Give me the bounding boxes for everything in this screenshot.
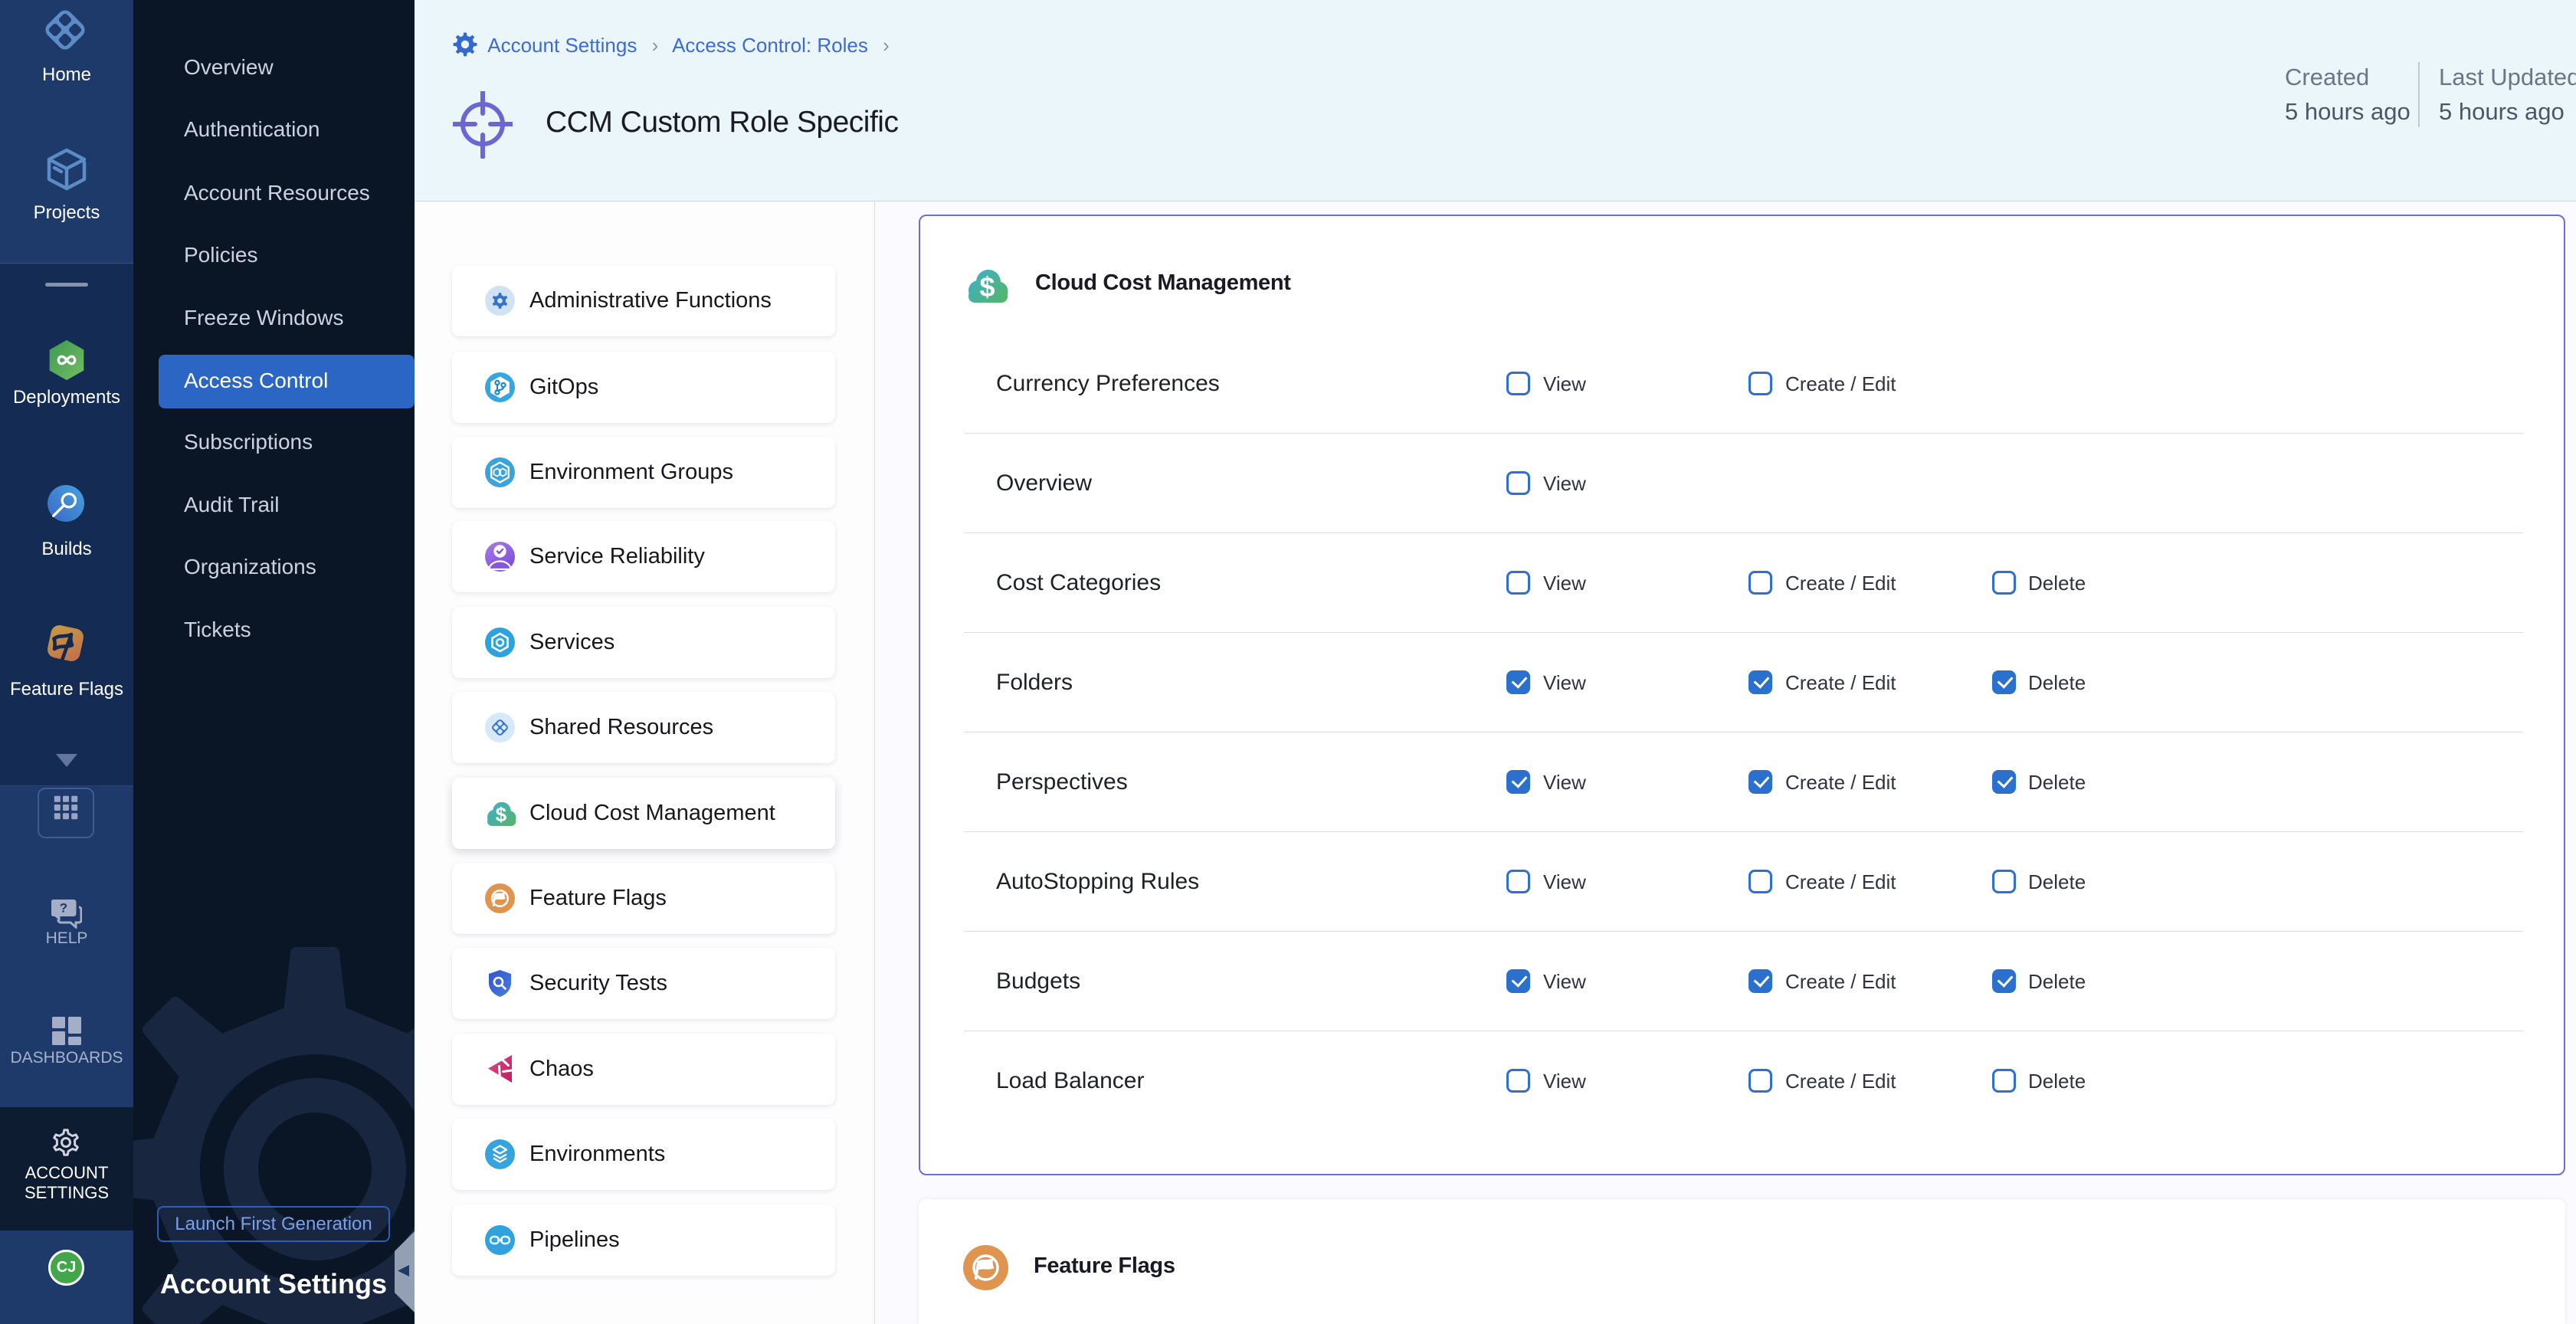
svg-text:$: $ <box>979 271 995 303</box>
svg-text:$: $ <box>496 803 507 826</box>
svg-text:?: ? <box>60 901 67 916</box>
